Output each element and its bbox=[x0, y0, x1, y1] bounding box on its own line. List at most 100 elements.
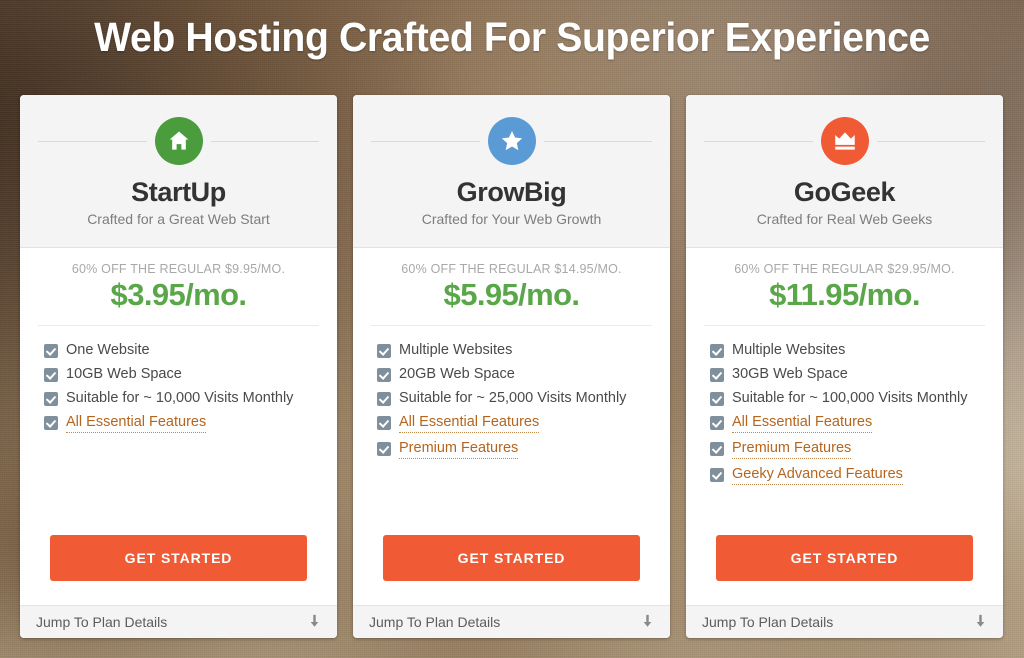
feature-label: Geeky Advanced Features bbox=[732, 466, 903, 485]
feature-item: Suitable for ~ 100,000 Visits Monthly bbox=[710, 390, 1003, 407]
feature-label: Suitable for ~ 10,000 Visits Monthly bbox=[66, 390, 294, 406]
card-header: GoGeek Crafted for Real Web Geeks bbox=[686, 95, 1003, 248]
plan-tagline: Crafted for Your Web Growth bbox=[421, 211, 602, 228]
get-started-button[interactable]: GET STARTED bbox=[716, 535, 973, 581]
feature-label: Multiple Websites bbox=[399, 342, 513, 358]
card-header: StartUp Crafted for a Great Web Start bbox=[20, 95, 337, 248]
jump-to-plan-details[interactable]: Jump To Plan Details bbox=[353, 605, 670, 638]
plan-tagline: Crafted for Real Web Geeks bbox=[756, 211, 933, 228]
jump-to-plan-details-label: Jump To Plan Details bbox=[36, 614, 168, 630]
checkbox-checked-icon bbox=[44, 368, 58, 382]
feature-item[interactable]: All Essential Features bbox=[377, 414, 670, 433]
arrow-down-icon bbox=[641, 614, 654, 631]
plan-badge bbox=[820, 117, 869, 165]
checkbox-checked-icon bbox=[377, 442, 391, 456]
feature-item: 10GB Web Space bbox=[44, 366, 337, 383]
get-started-button[interactable]: GET STARTED bbox=[383, 535, 640, 581]
arrow-down-icon bbox=[308, 614, 321, 631]
plan-name: GoGeek bbox=[793, 177, 896, 207]
feature-label: 20GB Web Space bbox=[399, 366, 515, 382]
divider-left bbox=[704, 140, 813, 142]
arrow-down-icon bbox=[974, 614, 987, 631]
checkbox-checked-icon bbox=[377, 344, 391, 358]
crown-icon bbox=[832, 128, 858, 154]
feature-item: 30GB Web Space bbox=[710, 366, 1003, 383]
checkbox-checked-icon bbox=[710, 468, 724, 482]
price-block: 60% OFF THE REGULAR $14.95/MO. $5.95/mo. bbox=[371, 248, 652, 326]
pricing-card-startup: StartUp Crafted for a Great Web Start 60% … bbox=[20, 95, 337, 638]
price-block: 60% OFF THE REGULAR $9.95/MO. $3.95/mo. bbox=[38, 248, 319, 326]
feature-list: Multiple Websites 30GB Web Space Suitable … bbox=[686, 326, 1003, 535]
plan-name: GrowBig bbox=[456, 177, 567, 207]
pricing-card-growbig: GrowBig Crafted for Your Web Growth 60% OF… bbox=[353, 95, 670, 638]
feature-item[interactable]: All Essential Features bbox=[44, 414, 337, 433]
feature-label: Premium Features bbox=[732, 440, 852, 459]
feature-label: 10GB Web Space bbox=[66, 366, 182, 382]
feature-item[interactable]: Geeky Advanced Features bbox=[710, 466, 1003, 485]
feature-list: Multiple Websites 20GB Web Space Suitable … bbox=[353, 326, 670, 535]
feature-label: Suitable for ~ 25,000 Visits Monthly bbox=[399, 390, 627, 406]
star-icon bbox=[499, 128, 525, 154]
cta-wrapper: GET STARTED bbox=[353, 535, 670, 605]
feature-label: All Essential Features bbox=[66, 414, 207, 433]
pricing-card-gogeek: GoGeek Crafted for Real Web Geeks 60% OFF … bbox=[686, 95, 1003, 638]
house-icon bbox=[166, 128, 192, 154]
checkbox-checked-icon bbox=[710, 344, 724, 358]
cta-wrapper: GET STARTED bbox=[20, 535, 337, 605]
feature-item: Multiple Websites bbox=[710, 342, 1003, 359]
checkbox-checked-icon bbox=[44, 392, 58, 406]
plan-badge bbox=[487, 117, 536, 165]
divider-left bbox=[38, 140, 147, 142]
feature-item: One Website bbox=[44, 342, 337, 359]
get-started-button[interactable]: GET STARTED bbox=[50, 535, 307, 581]
feature-list: One Website 10GB Web Space Suitable for ~ … bbox=[20, 326, 337, 535]
plan-badge bbox=[154, 117, 203, 165]
divider-right bbox=[210, 140, 319, 142]
cta-wrapper: GET STARTED bbox=[686, 535, 1003, 605]
feature-label: One Website bbox=[66, 342, 150, 358]
price-regular: 60% OFF THE REGULAR $29.95/MO. bbox=[734, 262, 955, 276]
divider-right bbox=[543, 140, 652, 142]
price-block: 60% OFF THE REGULAR $29.95/MO. $11.95/mo. bbox=[704, 248, 985, 326]
plan-name: StartUp bbox=[131, 177, 226, 207]
feature-label: All Essential Features bbox=[732, 414, 873, 433]
checkbox-checked-icon bbox=[44, 344, 58, 358]
jump-to-plan-details[interactable]: Jump To Plan Details bbox=[686, 605, 1003, 638]
feature-label: All Essential Features bbox=[399, 414, 540, 433]
feature-item[interactable]: Premium Features bbox=[710, 440, 1003, 459]
checkbox-checked-icon bbox=[377, 368, 391, 382]
checkbox-checked-icon bbox=[710, 416, 724, 430]
page-title: Web Hosting Crafted For Superior Experie… bbox=[94, 14, 930, 60]
card-header: GrowBig Crafted for Your Web Growth bbox=[353, 95, 670, 248]
jump-to-plan-details[interactable]: Jump To Plan Details bbox=[20, 605, 337, 638]
divider-left bbox=[371, 140, 480, 142]
feature-item: Multiple Websites bbox=[377, 342, 670, 359]
price-current: $3.95/mo. bbox=[110, 277, 248, 312]
checkbox-checked-icon bbox=[377, 392, 391, 406]
checkbox-checked-icon bbox=[710, 368, 724, 382]
feature-item[interactable]: Premium Features bbox=[377, 440, 670, 459]
feature-item[interactable]: All Essential Features bbox=[710, 414, 1003, 433]
plan-badge-row bbox=[704, 117, 985, 165]
price-current: $5.95/mo. bbox=[443, 277, 581, 312]
feature-label: Suitable for ~ 100,000 Visits Monthly bbox=[732, 390, 968, 406]
plan-badge-row bbox=[38, 117, 319, 165]
plan-tagline: Crafted for a Great Web Start bbox=[87, 211, 270, 228]
divider-right bbox=[876, 140, 985, 142]
pricing-card-list: StartUp Crafted for a Great Web Start 60% … bbox=[20, 95, 1008, 638]
feature-label: Multiple Websites bbox=[732, 342, 846, 358]
jump-to-plan-details-label: Jump To Plan Details bbox=[702, 614, 834, 630]
plan-badge-row bbox=[371, 117, 652, 165]
checkbox-checked-icon bbox=[44, 416, 58, 430]
price-current: $11.95/mo. bbox=[769, 277, 920, 312]
feature-label: 30GB Web Space bbox=[732, 366, 848, 382]
pricing-page: Web Hosting Crafted For Superior Experie… bbox=[0, 0, 1024, 658]
feature-item: Suitable for ~ 10,000 Visits Monthly bbox=[44, 390, 337, 407]
feature-item: Suitable for ~ 25,000 Visits Monthly bbox=[377, 390, 670, 407]
checkbox-checked-icon bbox=[377, 416, 391, 430]
checkbox-checked-icon bbox=[710, 392, 724, 406]
price-regular: 60% OFF THE REGULAR $9.95/MO. bbox=[71, 262, 286, 276]
checkbox-checked-icon bbox=[710, 442, 724, 456]
feature-label: Premium Features bbox=[399, 440, 519, 459]
jump-to-plan-details-label: Jump To Plan Details bbox=[369, 614, 501, 630]
